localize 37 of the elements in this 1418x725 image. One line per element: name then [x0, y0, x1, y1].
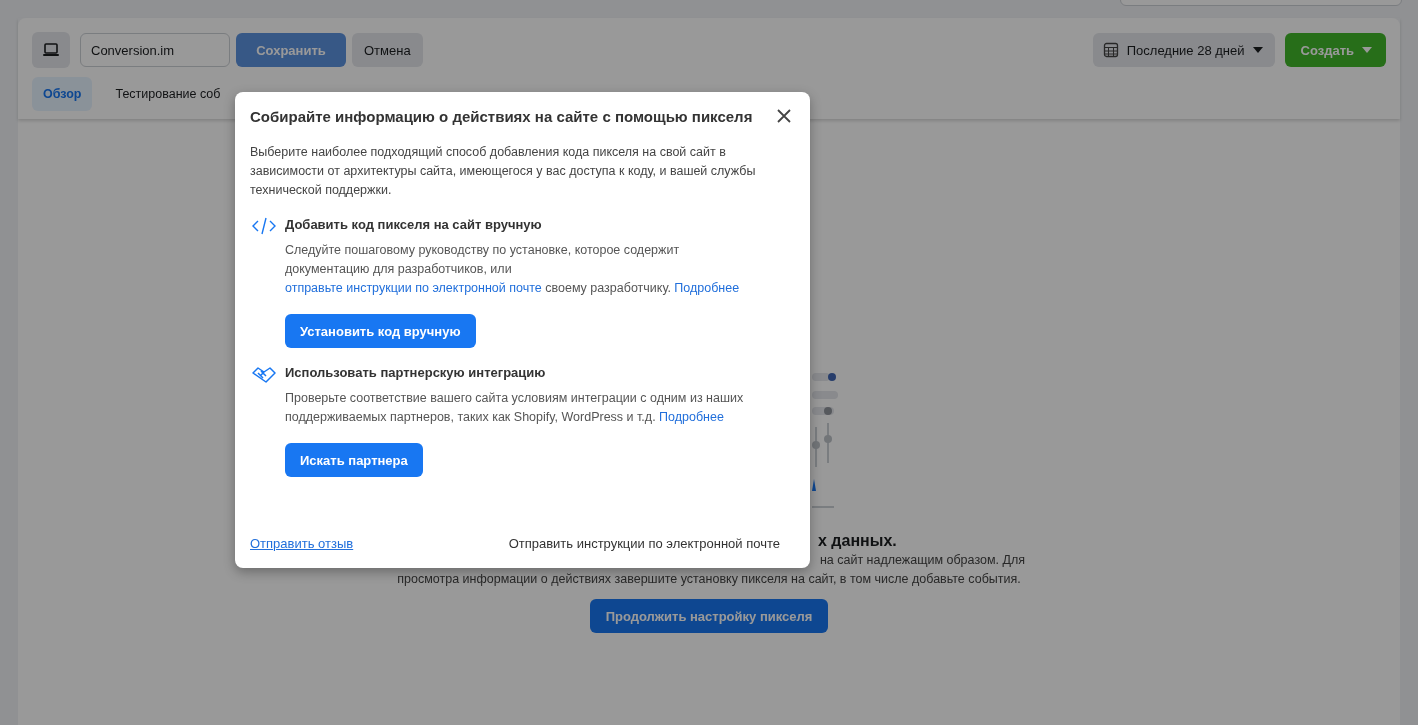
- modal-title: Собирайте информацию о действиях на сайте с помощью пикселя: [250, 107, 753, 125]
- email-instructions-button[interactable]: Отправить инструкции по электронной почте: [508, 536, 780, 551]
- feedback-link[interactable]: Отправить отзыв: [250, 536, 354, 551]
- tab[interactable]: Обзор: [32, 77, 93, 111]
- chart-bar: [812, 373, 830, 381]
- option-button[interactable]: Искать партнера: [285, 443, 423, 477]
- chart-bar: [812, 479, 816, 491]
- close-icon[interactable]: [777, 109, 791, 123]
- caret-icon: [1252, 47, 1263, 53]
- chart-point: [812, 441, 820, 449]
- link[interactable]: Подробнее: [674, 281, 740, 295]
- option-description: Следуйте пошаговому руководству по установке, которое содержит документацию для разработчиков, или отправьте инструкции по электронной почте своему разработчику. Подробнее: [285, 242, 741, 297]
- option-button[interactable]: Установить код вручную: [285, 314, 476, 348]
- link[interactable]: отправьте инструкции по электронной почте: [285, 281, 542, 295]
- laptop-button[interactable]: [32, 32, 70, 68]
- chart-point: [824, 407, 832, 415]
- calendar-icon: [1102, 42, 1119, 58]
- laptop-icon: [43, 43, 59, 57]
- date-range-dropdown[interactable]: Последние 28 дней: [1092, 33, 1275, 67]
- link[interactable]: Подробнее: [659, 410, 724, 424]
- code-icon: [250, 217, 277, 235]
- caret-icon: [1362, 47, 1372, 53]
- cancel-button[interactable]: Отмена: [352, 33, 423, 67]
- empty-state-text: просмотра информации о действиях завершите установку пикселя на сайт, в том числе добавьте события.: [396, 571, 1022, 588]
- chart-bar: [812, 391, 838, 399]
- chart-point: [824, 435, 832, 443]
- option-title: Использовать партнерскую интеграцию: [285, 364, 547, 382]
- option-title: Добавить код пикселя на сайт вручную: [285, 216, 543, 234]
- empty-state-title: х данных.: [818, 531, 897, 551]
- modal-intro: Выберите наиболее подходящий способ добавления кода пикселя на свой сайт в зависимости от архитектуры сайта, имеющегося у вас доступа к коду, и вашей службы технической поддержки.: [250, 144, 757, 199]
- empty-state-text: на сайт надлежащим образом. Для: [818, 552, 1026, 569]
- continue-setup-button[interactable]: Продолжить настройку пикселя: [589, 599, 829, 633]
- option-description: Проверьте соответствие вашего сайта условиям интеграции с одним из наших поддерживаемых партнеров, таких как Shopify, WordPress и т.д. Подробнее: [285, 390, 745, 426]
- pixel-name-field[interactable]: Conversion.im: [80, 33, 230, 67]
- chart-point: [828, 373, 836, 381]
- tab[interactable]: Тестирование соб: [104, 77, 232, 111]
- handshake-icon: [251, 365, 276, 385]
